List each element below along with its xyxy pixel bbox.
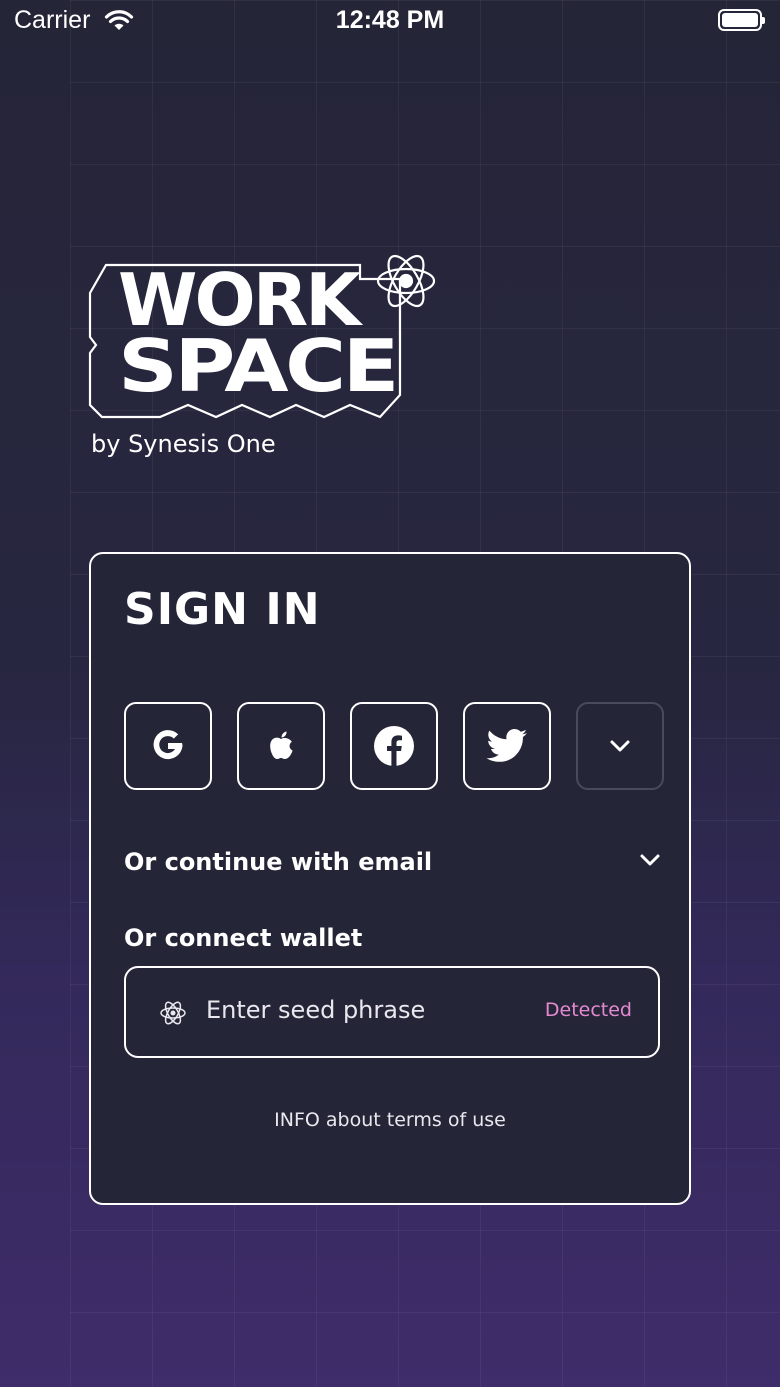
battery-icon: [718, 9, 765, 31]
signin-card: SIGN IN Or continue with email Or connec…: [89, 552, 691, 1205]
chevron-down-icon: [610, 740, 630, 752]
atom-icon: [160, 1001, 186, 1025]
twitter-signin-button[interactable]: [463, 702, 551, 790]
facebook-icon: [374, 726, 414, 766]
email-option-label: Or continue with email: [124, 848, 433, 876]
email-option-toggle[interactable]: Or continue with email: [124, 844, 662, 884]
chevron-down-icon: [640, 854, 660, 866]
apple-icon: [270, 731, 293, 759]
wallet-option-label: Or connect wallet: [124, 924, 363, 952]
seed-phrase-input[interactable]: Enter seed phrase Detected: [124, 966, 660, 1058]
signin-title: SIGN IN: [124, 584, 321, 635]
twitter-icon: [486, 729, 527, 762]
google-signin-button[interactable]: [124, 702, 212, 790]
workspace-logo: WORK SPACE: [88, 245, 448, 425]
more-options-button[interactable]: [576, 702, 664, 790]
terms-info-link[interactable]: INFO about terms of use: [91, 1109, 689, 1131]
status-time: 12:48 PM: [335, 6, 445, 34]
google-icon: [153, 730, 183, 760]
byline: by Synesis One: [91, 430, 276, 458]
wallet-detected-badge: Detected: [544, 999, 632, 1021]
seed-phrase-placeholder: Enter seed phrase: [206, 996, 426, 1024]
apple-signin-button[interactable]: [237, 702, 325, 790]
status-bar: Carrier 12:48 PM: [0, 0, 780, 44]
facebook-signin-button[interactable]: [350, 702, 438, 790]
social-login-row: [124, 702, 664, 790]
logo-text-space: SPACE: [118, 324, 396, 408]
